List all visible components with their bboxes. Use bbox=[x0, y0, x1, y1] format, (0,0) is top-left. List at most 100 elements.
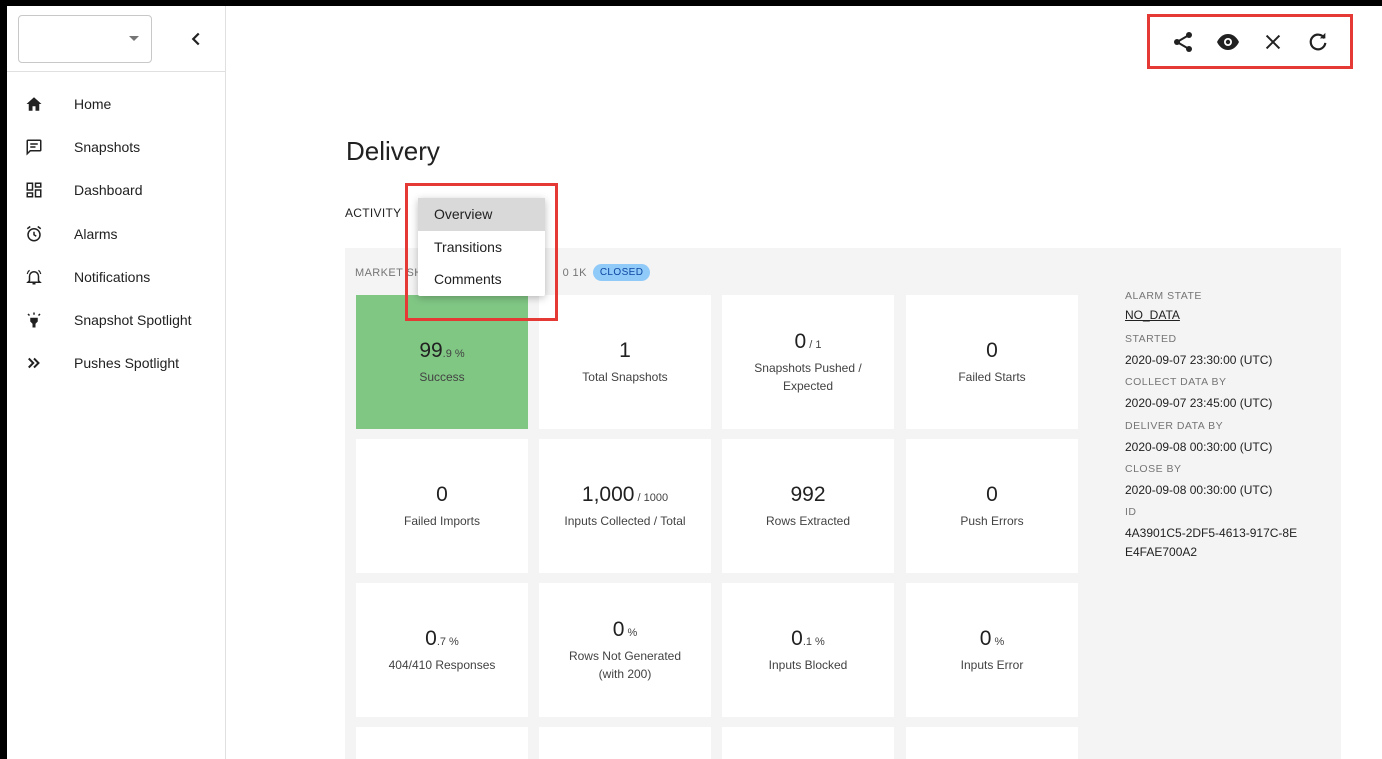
close-label: CLOSE BY bbox=[1125, 462, 1182, 475]
share-button[interactable] bbox=[1170, 29, 1196, 55]
bell-icon bbox=[24, 267, 44, 287]
message-icon bbox=[24, 137, 44, 157]
workspace-select[interactable] bbox=[18, 15, 152, 63]
dashboard-icon bbox=[24, 180, 44, 200]
sidebar-item-dashboard[interactable]: Dashboard bbox=[7, 169, 225, 212]
metric-unit: .7 % bbox=[436, 636, 459, 649]
snapshot-panel: MARKET SH 0 1K CLOSED 99.9 % Success 1 T… bbox=[345, 248, 1341, 759]
metric-value: 0 bbox=[425, 627, 437, 651]
metric-value: 1 bbox=[619, 339, 631, 363]
metric-value: 0 bbox=[986, 339, 998, 363]
deliver-label: DELIVER DATA BY bbox=[1125, 419, 1224, 432]
sidebar-item-label: Pushes Spotlight bbox=[74, 355, 180, 372]
metric-tile bbox=[722, 727, 894, 759]
metric-tile: 0 / 1 Snapshots Pushed / Expected bbox=[722, 295, 894, 429]
collect-label: COLLECT DATA BY bbox=[1125, 376, 1227, 389]
sidebar: Home Snapshots Dashboard Alarms Notifica… bbox=[7, 6, 226, 759]
metric-label: Inputs Error bbox=[960, 657, 1024, 672]
sidebar-item-snapshot-spotlight[interactable]: Snapshot Spotlight bbox=[7, 298, 225, 341]
metric-value: 0 bbox=[986, 483, 998, 507]
close-button[interactable] bbox=[1260, 29, 1286, 55]
metric-tile: 0 Failed Starts bbox=[906, 295, 1078, 429]
metric-value: 0 bbox=[794, 330, 807, 354]
metric-tile: 0 % Inputs Error bbox=[906, 583, 1078, 717]
sidebar-item-snapshots[interactable]: Snapshots bbox=[7, 125, 225, 168]
metric-tile: 0 Push Errors bbox=[906, 439, 1078, 573]
status-badge: CLOSED bbox=[592, 264, 651, 281]
metric-tile: 1,000 / 1000 Inputs Collected / Total bbox=[539, 439, 711, 573]
refresh-button[interactable] bbox=[1305, 29, 1331, 55]
sidebar-item-alarms[interactable]: Alarms bbox=[7, 212, 225, 255]
metric-label: Failed Imports bbox=[403, 513, 481, 528]
metric-value: 0 bbox=[979, 627, 992, 651]
chevron-left-icon bbox=[191, 32, 200, 46]
metric-unit: / 1 bbox=[806, 339, 822, 352]
id-label: ID bbox=[1125, 505, 1137, 518]
metric-tile: 1 Total Snapshots bbox=[539, 295, 711, 429]
sidebar-nav: Home Snapshots Dashboard Alarms Notifica… bbox=[7, 72, 225, 385]
window-frame-left bbox=[0, 0, 7, 759]
collect-value: 2020-09-07 23:45:00 (UTC) bbox=[1125, 396, 1273, 411]
metric-unit: / 1000 bbox=[634, 492, 669, 505]
caret-down-icon bbox=[129, 36, 139, 41]
metric-tile: 0 Failed Imports bbox=[356, 439, 528, 573]
sidebar-item-label: Snapshots bbox=[74, 138, 141, 155]
metric-unit: .9 % bbox=[442, 348, 465, 361]
metric-label: Push Errors bbox=[960, 513, 1024, 528]
view-button[interactable] bbox=[1215, 29, 1241, 55]
metric-unit: % bbox=[624, 627, 638, 640]
metric-label: 404/410 Responses bbox=[388, 657, 496, 672]
collapse-sidebar-button[interactable] bbox=[185, 28, 207, 50]
metric-value: 1,000 bbox=[581, 483, 635, 507]
metric-label: Inputs Blocked bbox=[768, 657, 848, 672]
sidebar-item-label: Dashboard bbox=[74, 182, 143, 199]
sidebar-header bbox=[7, 6, 225, 72]
breadcrumb-suffix: 0 1K bbox=[562, 266, 587, 279]
alarm-state-label: ALARM STATE bbox=[1125, 290, 1202, 302]
metric-tile: 0.1 % Inputs Blocked bbox=[722, 583, 894, 717]
refresh-icon bbox=[1309, 32, 1326, 50]
metric-value: 99 bbox=[419, 339, 443, 363]
sidebar-item-label: Snapshot Spotlight bbox=[74, 312, 192, 329]
alarm-state-link[interactable]: NO_DATA bbox=[1125, 306, 1335, 325]
snapshot-info: ALARM STATE NO_DATA STARTED 2020-09-07 2… bbox=[1125, 278, 1335, 562]
page-title: Delivery bbox=[346, 136, 440, 166]
metric-tile: 0 % Rows Not Generated (with 200) bbox=[539, 583, 711, 717]
metric-value: 992 bbox=[790, 483, 826, 507]
sidebar-item-pushes-spotlight[interactable]: Pushes Spotlight bbox=[7, 342, 225, 385]
home-icon bbox=[24, 94, 44, 114]
id-value: 4A3901C5-2DF5-4613-917C-8EE4FAE700A2 bbox=[1125, 525, 1298, 560]
metric-label: Rows Extracted bbox=[765, 513, 851, 528]
metric-label: Total Snapshots bbox=[582, 369, 668, 384]
metric-unit: % bbox=[991, 636, 1005, 649]
metric-value: 0 bbox=[612, 618, 625, 642]
metric-label: Failed Starts bbox=[958, 369, 1026, 384]
alarm-icon bbox=[24, 224, 44, 244]
double-chevron-icon bbox=[24, 353, 44, 373]
toolbar bbox=[1147, 14, 1353, 69]
metric-tile bbox=[356, 727, 528, 759]
metric-value: 0 bbox=[791, 627, 803, 651]
tab-activity[interactable]: ACTIVITY bbox=[345, 206, 401, 220]
started-value: 2020-09-07 23:30:00 (UTC) bbox=[1125, 353, 1273, 368]
sidebar-item-home[interactable]: Home bbox=[7, 82, 225, 125]
menu-highlight-box bbox=[405, 183, 558, 321]
metric-tile bbox=[906, 727, 1078, 759]
metric-value: 0 bbox=[436, 483, 448, 507]
metric-label: Inputs Collected / Total bbox=[564, 513, 686, 528]
spotlight-icon bbox=[24, 310, 44, 330]
sidebar-item-notifications[interactable]: Notifications bbox=[7, 255, 225, 298]
close-icon bbox=[1265, 34, 1280, 49]
metric-tile: 992 Rows Extracted bbox=[722, 439, 894, 573]
sidebar-item-label: Notifications bbox=[74, 268, 151, 285]
metric-label: Success bbox=[419, 369, 465, 384]
eye-icon bbox=[1216, 33, 1239, 50]
sidebar-item-label: Alarms bbox=[74, 225, 118, 242]
metric-tile bbox=[539, 727, 711, 759]
metric-label: Snapshots Pushed / Expected bbox=[754, 360, 862, 393]
metric-unit: .1 % bbox=[802, 636, 825, 649]
sidebar-item-label: Home bbox=[74, 95, 112, 112]
metric-tile: 0.7 % 404/410 Responses bbox=[356, 583, 528, 717]
close-value: 2020-09-08 00:30:00 (UTC) bbox=[1125, 482, 1273, 497]
deliver-value: 2020-09-08 00:30:00 (UTC) bbox=[1125, 439, 1273, 454]
